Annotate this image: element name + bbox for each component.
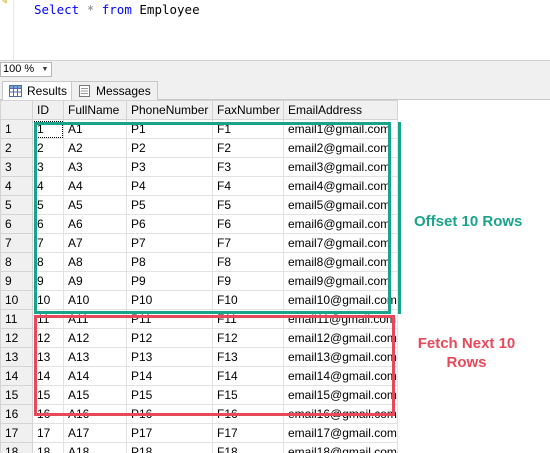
- offset-highlight-box: [34, 122, 391, 314]
- row-number[interactable]: 17: [0, 423, 33, 443]
- row-number[interactable]: 1: [0, 119, 33, 139]
- tab-messages-label: Messages: [96, 84, 151, 98]
- messages-icon: [79, 85, 90, 97]
- query-text[interactable]: Select * from Employee: [34, 2, 200, 17]
- row-number[interactable]: 16: [0, 404, 33, 424]
- cell-fullname[interactable]: A17: [63, 423, 127, 443]
- row-number[interactable]: 5: [0, 195, 33, 215]
- cell-phonenumber[interactable]: P17: [126, 423, 213, 443]
- fetch-label-line2: Rows: [446, 354, 487, 371]
- row-number[interactable]: 15: [0, 385, 33, 405]
- from-keyword: from: [101, 2, 132, 17]
- row-number[interactable]: 6: [0, 214, 33, 234]
- column-header-id[interactable]: ID: [32, 100, 64, 120]
- star-operator: *: [86, 2, 95, 17]
- row-number[interactable]: 9: [0, 271, 33, 291]
- zoom-value: 100 %: [3, 63, 35, 75]
- cell-emailaddress[interactable]: email17@gmail.com: [283, 423, 398, 443]
- column-header-faxnumber[interactable]: FaxNumber: [212, 100, 284, 120]
- offset-highlight-bar: [398, 122, 401, 314]
- row-number[interactable]: 8: [0, 252, 33, 272]
- fetch-label-line1: Fetch Next 10: [417, 335, 516, 352]
- row-number[interactable]: 10: [0, 290, 33, 310]
- header-row: ID FullName PhoneNumber FaxNumber EmailA…: [0, 100, 398, 120]
- fetch-label: Fetch Next 10 Rows: [414, 334, 519, 372]
- grid-corner[interactable]: [0, 100, 33, 120]
- row-number[interactable]: 4: [0, 176, 33, 196]
- row-number[interactable]: 3: [0, 157, 33, 177]
- row-number[interactable]: 11: [0, 309, 33, 329]
- table-row[interactable]: 18 18 A18 P18 F18 email18@gmail.com: [0, 442, 398, 453]
- offset-label: Offset 10 Rows: [414, 213, 523, 230]
- row-number[interactable]: 12: [0, 328, 33, 348]
- zoom-select[interactable]: 100 % ▼: [0, 62, 52, 77]
- row-number[interactable]: 14: [0, 366, 33, 386]
- row-number[interactable]: 2: [0, 138, 33, 158]
- column-header-phonenumber[interactable]: PhoneNumber: [126, 100, 213, 120]
- table-name: Employee: [139, 2, 200, 17]
- select-keyword: Select: [34, 2, 80, 17]
- cell-emailaddress[interactable]: email18@gmail.com: [283, 442, 398, 453]
- results-tabbar: Results Messages: [0, 78, 550, 101]
- chevron-down-icon[interactable]: ▼: [39, 63, 51, 76]
- cell-faxnumber[interactable]: F18: [212, 442, 284, 453]
- zoom-bar: 100 % ▼: [0, 60, 550, 78]
- cell-faxnumber[interactable]: F17: [212, 423, 284, 443]
- row-number[interactable]: 7: [0, 233, 33, 253]
- tab-results-label: Results: [27, 84, 68, 98]
- table-row[interactable]: 17 17 A17 P17 F17 email17@gmail.com: [0, 423, 398, 443]
- column-header-emailaddress[interactable]: EmailAddress: [283, 100, 398, 120]
- tab-messages[interactable]: Messages: [71, 81, 158, 100]
- query-editor[interactable]: ✎ Select * from Employee: [0, 0, 550, 60]
- editor-gutter: ✎: [0, 0, 14, 60]
- row-number[interactable]: 18: [0, 442, 33, 453]
- cell-id[interactable]: 17: [32, 423, 64, 443]
- selection-marker-icon: ✎: [1, 0, 8, 7]
- row-number[interactable]: 13: [0, 347, 33, 367]
- column-header-fullname[interactable]: FullName: [63, 100, 127, 120]
- results-grid-icon: [9, 85, 22, 97]
- fetch-highlight-box: [34, 315, 395, 416]
- tab-results[interactable]: Results: [2, 81, 75, 101]
- cell-id[interactable]: 18: [32, 442, 64, 453]
- cell-fullname[interactable]: A18: [63, 442, 127, 453]
- cell-phonenumber[interactable]: P18: [126, 442, 213, 453]
